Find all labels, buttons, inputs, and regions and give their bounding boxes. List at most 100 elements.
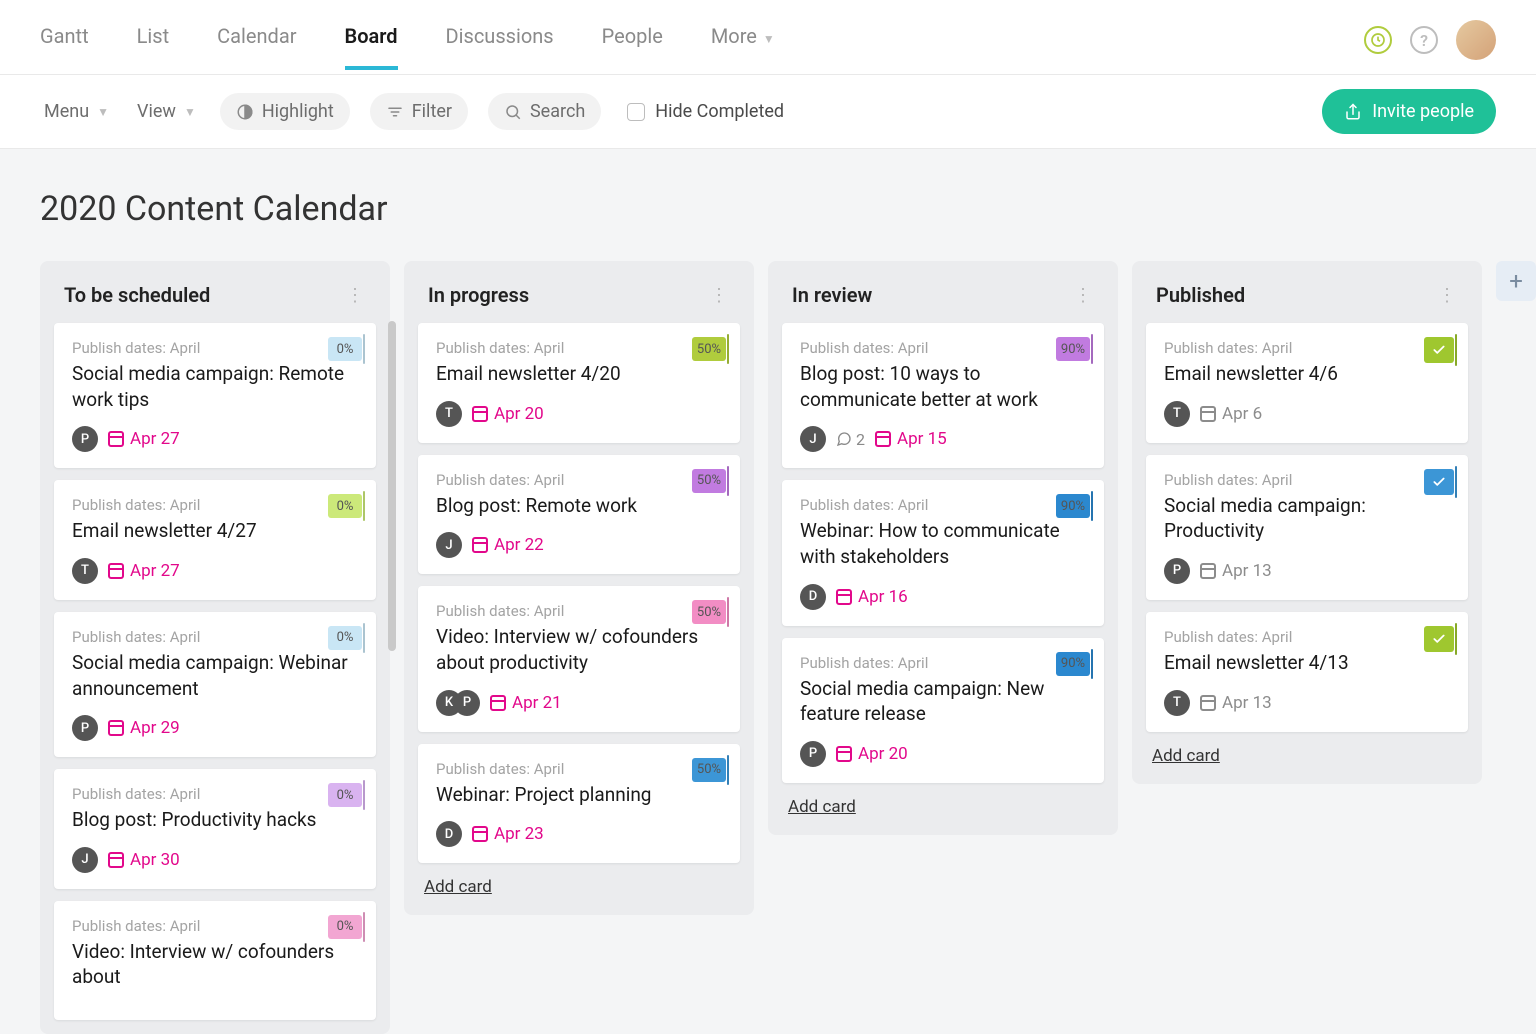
column-menu-icon[interactable]: ⋮	[710, 285, 730, 306]
progress-badge: 50%	[692, 337, 726, 361]
card-date: Apr 21	[490, 693, 562, 713]
progress-badge: 90%	[1056, 652, 1090, 676]
card[interactable]: 0%Publish dates: AprilSocial media campa…	[54, 323, 376, 468]
tab-more[interactable]: More▼	[711, 24, 775, 56]
card-subtext: Publish dates: April	[72, 917, 358, 935]
comment-count[interactable]: 2	[836, 430, 865, 449]
calendar-icon	[472, 406, 488, 422]
column-menu-icon[interactable]: ⋮	[1074, 285, 1094, 306]
card[interactable]: 50%Publish dates: April Email newsletter …	[418, 323, 740, 443]
tab-discussions[interactable]: Discussions	[446, 24, 554, 56]
tab-list[interactable]: List	[137, 24, 170, 56]
card[interactable]: Publish dates: April Email newsletter 4/6…	[1146, 323, 1468, 443]
card[interactable]: 0%Publish dates: AprilSocial media campa…	[54, 612, 376, 757]
card-title: Social media campaign: Remote work tips	[72, 361, 358, 412]
menu-dropdown[interactable]: Menu▼	[40, 93, 113, 130]
assignee-avatar[interactable]: T	[436, 401, 462, 427]
assignee-avatar[interactable]: P	[72, 426, 98, 452]
card-subtext: Publish dates: April	[1164, 628, 1450, 646]
card[interactable]: 90%Publish dates: AprilSocial media camp…	[782, 638, 1104, 783]
add-card-button[interactable]: Add card	[1146, 732, 1468, 770]
card[interactable]: 50%Publish dates: AprilWebinar: Project …	[418, 744, 740, 864]
clock-icon[interactable]	[1364, 26, 1392, 54]
assignee-avatar[interactable]: P	[800, 741, 826, 767]
assignee-avatar[interactable]: T	[1164, 401, 1190, 427]
card-title: Social media campaign: Webinar announcem…	[72, 650, 358, 701]
invite-people-button[interactable]: Invite people	[1322, 89, 1496, 134]
assignee-avatar[interactable]: D	[800, 584, 826, 610]
scrollbar[interactable]	[388, 321, 396, 651]
card[interactable]: Publish dates: AprilSocial media campaig…	[1146, 455, 1468, 600]
calendar-icon	[108, 852, 124, 868]
assignee-avatar[interactable]: P	[454, 690, 480, 716]
tab-calendar[interactable]: Calendar	[217, 24, 296, 56]
card-subtext: Publish dates: April	[436, 471, 722, 489]
calendar-icon	[875, 431, 891, 447]
check-badge	[1424, 469, 1454, 495]
tab-gantt[interactable]: Gantt	[40, 24, 89, 56]
user-avatar[interactable]	[1456, 20, 1496, 60]
card-subtext: Publish dates: April	[1164, 339, 1450, 357]
card[interactable]: 0%Publish dates: AprilVideo: Interview w…	[54, 901, 376, 1020]
help-icon[interactable]: ?	[1410, 26, 1438, 54]
calendar-icon	[108, 431, 124, 447]
add-column-button[interactable]: +	[1496, 261, 1536, 301]
card-title: Email newsletter 4/20	[436, 361, 722, 387]
search-button[interactable]: Search	[488, 93, 601, 130]
card-title: Blog post: Productivity hacks	[72, 807, 358, 833]
tab-board[interactable]: Board	[345, 24, 398, 56]
highlight-button[interactable]: Highlight	[220, 93, 350, 130]
assignee-avatar[interactable]: J	[800, 426, 826, 452]
column-menu-icon[interactable]: ⋮	[346, 285, 366, 306]
card-date: Apr 27	[108, 561, 180, 581]
card-title: Blog post: 10 ways to communicate better…	[800, 361, 1086, 412]
filter-button[interactable]: Filter	[370, 93, 468, 130]
card[interactable]: 90%Publish dates: AprilWebinar: How to c…	[782, 480, 1104, 625]
column-title: In review	[792, 283, 872, 307]
view-dropdown[interactable]: View▼	[133, 93, 200, 130]
calendar-icon	[1200, 563, 1216, 579]
card-title: Email newsletter 4/27	[72, 518, 358, 544]
column: In review⋮90%Publish dates: AprilBlog po…	[768, 261, 1118, 835]
card-date: Apr 15	[875, 429, 947, 449]
hide-completed-toggle[interactable]: Hide Completed	[621, 101, 790, 122]
calendar-icon	[108, 563, 124, 579]
column: Published⋮Publish dates: AprilEmail news…	[1132, 261, 1482, 784]
assignee-avatar[interactable]: J	[72, 847, 98, 873]
add-card-button[interactable]: Add card	[782, 783, 1104, 821]
tab-people[interactable]: People	[602, 24, 663, 56]
calendar-icon	[836, 589, 852, 605]
column-menu-icon[interactable]: ⋮	[1438, 285, 1458, 306]
assignee-avatar[interactable]: D	[436, 821, 462, 847]
add-card-button[interactable]: Add card	[418, 863, 740, 901]
assignee-avatar[interactable]: T	[1164, 690, 1190, 716]
card[interactable]: 0%Publish dates: AprilBlog post: Product…	[54, 769, 376, 889]
card-subtext: Publish dates: April	[436, 339, 722, 357]
card[interactable]: 50%Publish dates: AprilBlog post: Remote…	[418, 455, 740, 575]
card-date: Apr 13	[1200, 693, 1272, 713]
assignee-avatar[interactable]: P	[1164, 558, 1190, 584]
filter-icon	[386, 103, 404, 121]
toolbar: Menu▼ View▼ Highlight Filter Search Hide…	[0, 75, 1536, 149]
card[interactable]: 0%Publish dates: AprilEmail newsletter 4…	[54, 480, 376, 600]
page-title: 2020 Content Calendar	[40, 189, 1496, 229]
progress-badge: 90%	[1056, 337, 1090, 361]
card-title: Social media campaign: New feature relea…	[800, 676, 1086, 727]
progress-badge: 0%	[328, 626, 362, 650]
card-date: Apr 30	[108, 850, 180, 870]
card[interactable]: 50%Publish dates: AprilVideo: Interview …	[418, 586, 740, 731]
assignee-avatar[interactable]: J	[436, 532, 462, 558]
progress-badge: 50%	[692, 469, 726, 493]
progress-badge: 50%	[692, 758, 726, 782]
assignee-avatar[interactable]: P	[72, 715, 98, 741]
card[interactable]: 90%Publish dates: April Blog post: 10 way…	[782, 323, 1104, 468]
card[interactable]: Publish dates: AprilEmail newsletter 4/1…	[1146, 612, 1468, 732]
card-subtext: Publish dates: April	[800, 339, 1086, 357]
search-icon	[504, 103, 522, 121]
assignee-avatar[interactable]: T	[72, 558, 98, 584]
progress-badge: 50%	[692, 600, 726, 624]
card-title: Email newsletter 4/6	[1164, 361, 1450, 387]
card-subtext: Publish dates: April	[1164, 471, 1450, 489]
calendar-icon	[836, 746, 852, 762]
column-title: In progress	[428, 283, 529, 307]
